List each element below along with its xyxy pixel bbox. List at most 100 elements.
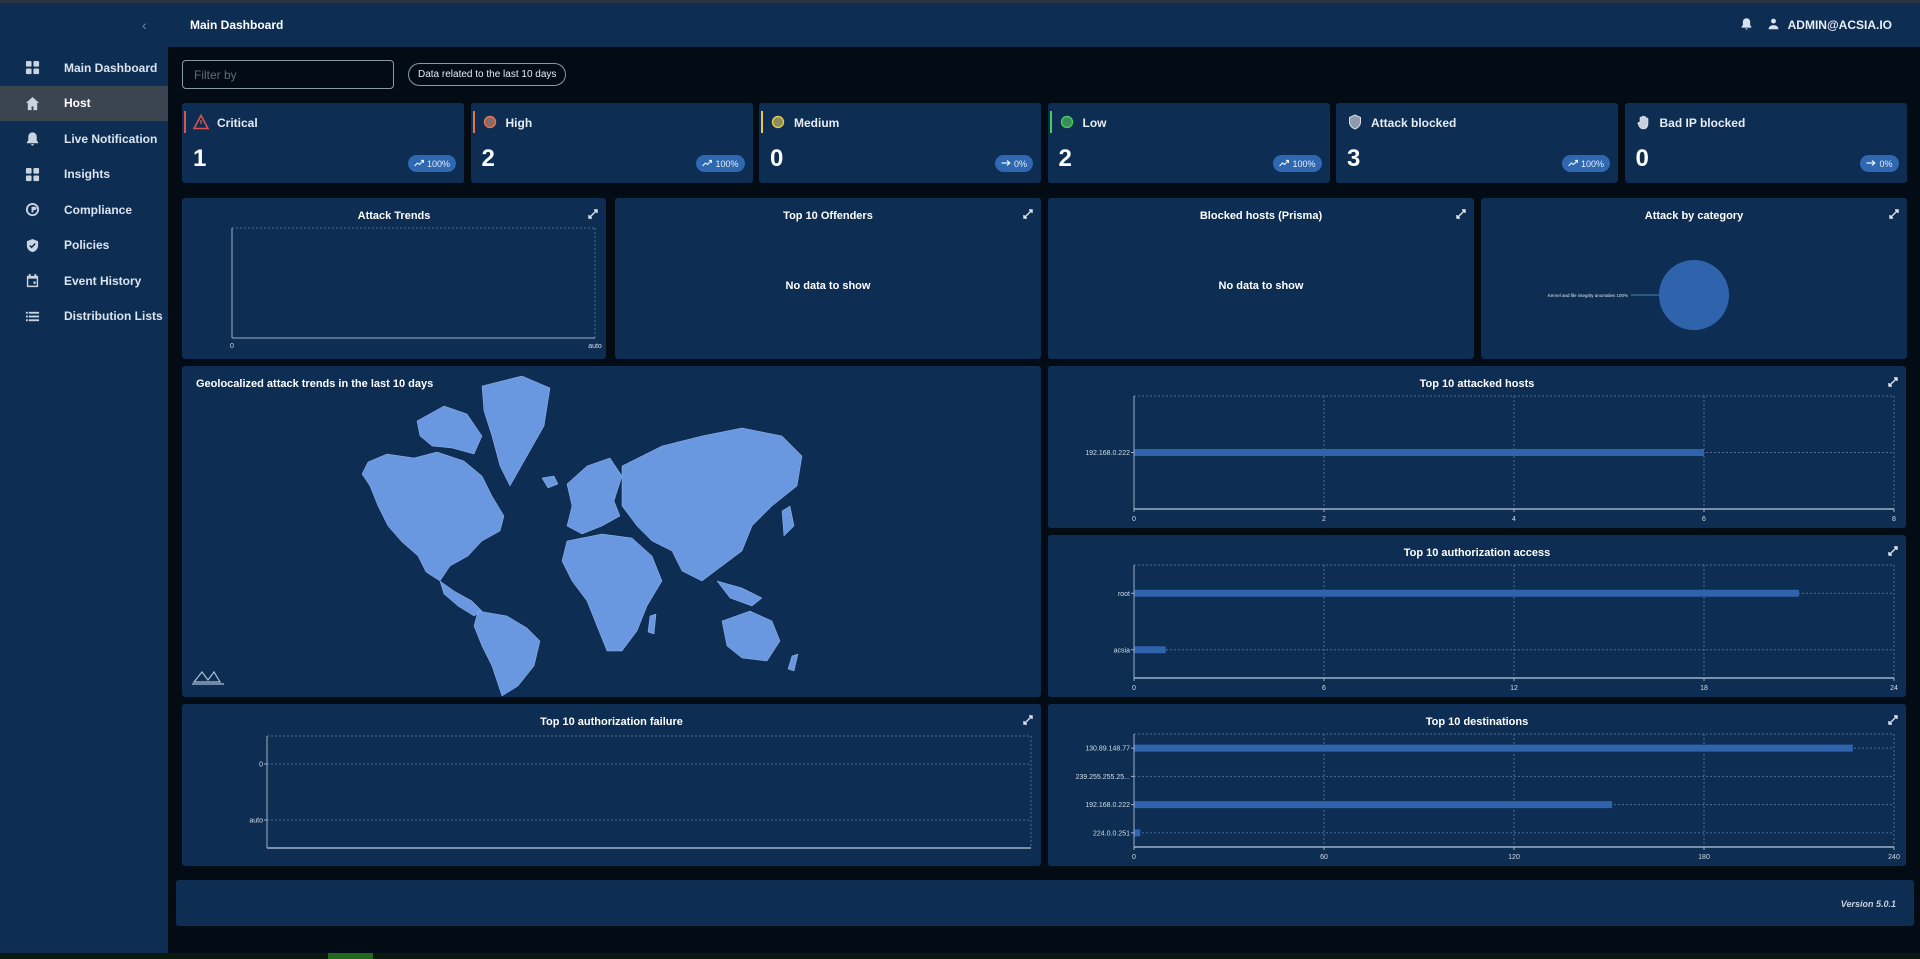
geo-map-panel: Geolocalized attack trends in the last 1… xyxy=(182,366,1041,697)
stat-value: 3 xyxy=(1347,145,1361,172)
pie-slice[interactable] xyxy=(1659,260,1729,330)
y-tick-label: 0 xyxy=(259,762,263,769)
y-tick-label: root xyxy=(1118,591,1130,598)
collapse-sidebar-icon[interactable]: ‹ xyxy=(142,17,147,33)
sidebar: ‹ Main Dashboard Host Live Notification … xyxy=(0,3,168,953)
sidebar-item-label: Host xyxy=(64,96,91,111)
authorization-access-chart: 0 6 12 18 24 root acsia xyxy=(1114,564,1898,692)
trend-value: 100% xyxy=(1292,158,1316,169)
sidebar-item-label: Distribution Lists xyxy=(64,309,163,324)
x-tick-label: 240 xyxy=(1888,854,1900,861)
attack-category-pie: Kernel and file integrity anomalies 100% xyxy=(1548,260,1729,330)
world-map[interactable] xyxy=(182,366,1041,697)
trend-value: 100% xyxy=(715,158,739,169)
stat-card-critical[interactable]: Critical 1 100% xyxy=(182,103,464,183)
map-australia xyxy=(721,610,781,662)
sidebar-item-insights[interactable]: Insights xyxy=(0,157,168,193)
y-tick-label: auto xyxy=(249,818,263,825)
expand-icon[interactable] xyxy=(1456,206,1466,219)
no-data-message: No data to show xyxy=(785,280,871,292)
stat-value: 0 xyxy=(1635,145,1649,172)
trend-value: 100% xyxy=(426,158,450,169)
x-tick-label: 8 xyxy=(1892,516,1896,523)
bar[interactable] xyxy=(1134,449,1704,456)
bottom-status-strip xyxy=(0,953,1920,959)
stat-value: 1 xyxy=(193,145,207,172)
status-indicator xyxy=(328,953,373,959)
trending-up-icon xyxy=(414,159,425,169)
x-tick-label: 0 xyxy=(1132,854,1136,861)
severity-accent xyxy=(472,111,475,133)
map-se-asia-islands xyxy=(716,580,763,607)
trend-badge: 0% xyxy=(1860,155,1899,172)
compliance-icon xyxy=(24,202,40,218)
stat-card-attack-blocked[interactable]: Attack blocked 3 100% xyxy=(1336,103,1618,183)
user-email: ADMIN@ACSIA.IO xyxy=(1787,18,1892,32)
app-root: ‹ Main Dashboard Host Live Notification … xyxy=(0,0,1920,959)
arrow-right-icon xyxy=(1001,159,1011,169)
stat-label: Critical xyxy=(217,116,258,130)
trending-up-icon xyxy=(702,159,713,169)
x-tick-label: 0 xyxy=(1132,516,1136,523)
y-tick-label: 130.89.148.77 xyxy=(1085,746,1130,753)
x-tick-label: 0 xyxy=(1132,685,1136,692)
stat-card-bad-ip-blocked[interactable]: Bad IP blocked 0 0% xyxy=(1624,103,1907,183)
attack-trends-chart: 0 auto xyxy=(230,227,602,350)
x-tick-label: 18 xyxy=(1700,685,1708,692)
authorization-access-panel: Top 10 authorization access 0 6 12 18 24 root… xyxy=(1048,535,1906,697)
map-iceland xyxy=(541,475,559,489)
trend-badge: 100% xyxy=(1561,155,1610,172)
destinations-panel: Top 10 destinations 0 60 120 180 240 130.89.1… xyxy=(1048,704,1906,866)
sidebar-item-main-dashboard[interactable]: Main Dashboard xyxy=(0,50,168,86)
map-north-america xyxy=(361,451,505,582)
attack-trends-panel: Attack Trends 0 auto xyxy=(182,198,606,359)
map-greenland xyxy=(481,375,551,487)
date-range-chip: Data related to the last 10 days xyxy=(408,63,567,86)
sidebar-item-policies[interactable]: Policies xyxy=(0,228,168,264)
x-tick-label: 4 xyxy=(1512,516,1516,523)
x-tick-label: 2 xyxy=(1322,516,1326,523)
stat-card-low[interactable]: Low 2 100% xyxy=(1047,103,1330,183)
dashboard-grid-icon xyxy=(24,60,40,76)
filter-input[interactable] xyxy=(182,60,394,89)
bar[interactable] xyxy=(1134,829,1141,837)
sidebar-item-distribution-lists[interactable]: Distribution Lists xyxy=(0,299,168,335)
circle-icon xyxy=(770,114,786,130)
sidebar-nav: Main Dashboard Host Live Notification In… xyxy=(0,50,168,334)
sidebar-item-live-notification[interactable]: Live Notification xyxy=(0,121,168,157)
insights-grid-icon xyxy=(24,166,40,182)
attacked-hosts-panel: Top 10 attacked hosts 0 2 4 6 8 192.168.0.222 xyxy=(1048,366,1906,528)
x-tick-label: 6 xyxy=(1322,685,1326,692)
bar[interactable] xyxy=(1134,744,1853,752)
user-menu[interactable]: ADMIN@ACSIA.IO xyxy=(1767,17,1892,33)
destinations-chart: 0 60 120 180 240 130.89.148.77 239.255.255.25.… xyxy=(1076,733,1900,861)
bar[interactable] xyxy=(1134,801,1613,809)
circle-icon xyxy=(1059,114,1075,130)
pie-slice-label: Kernel and file integrity anomalies 100% xyxy=(1548,293,1628,298)
stat-card-medium[interactable]: Medium 0 0% xyxy=(759,103,1041,183)
home-icon xyxy=(24,95,40,111)
authorization-failure-panel: Top 10 authorization failure 0 auto xyxy=(182,704,1041,866)
circle-icon xyxy=(482,114,498,130)
bar[interactable] xyxy=(1134,589,1799,597)
blocked-hosts-panel: Blocked hosts (Prisma) No data to show xyxy=(1048,198,1474,359)
expand-icon[interactable] xyxy=(1023,206,1033,219)
notifications-bell-icon[interactable] xyxy=(1740,17,1753,33)
sidebar-item-label: Policies xyxy=(64,238,110,253)
attack-by-category-panel: Attack by category Kernel and file integ… xyxy=(1481,198,1907,359)
stat-card-high[interactable]: High 2 100% xyxy=(470,103,753,183)
sidebar-item-compliance[interactable]: Compliance xyxy=(0,192,168,228)
panel-title: Blocked hosts (Prisma) xyxy=(1199,210,1323,222)
sidebar-item-event-history[interactable]: Event History xyxy=(0,263,168,299)
map-madagascar xyxy=(647,613,657,635)
map-africa xyxy=(561,533,663,652)
bell-icon xyxy=(24,131,40,147)
map-arctic-islands xyxy=(416,405,483,455)
hand-stop-icon xyxy=(1636,114,1652,130)
sidebar-item-host[interactable]: Host xyxy=(0,85,168,121)
bar[interactable] xyxy=(1134,646,1166,654)
stat-value: 0 xyxy=(770,145,784,172)
map-logo-icon xyxy=(192,670,224,685)
map-new-zealand xyxy=(787,653,799,672)
calendar-icon xyxy=(24,273,40,289)
